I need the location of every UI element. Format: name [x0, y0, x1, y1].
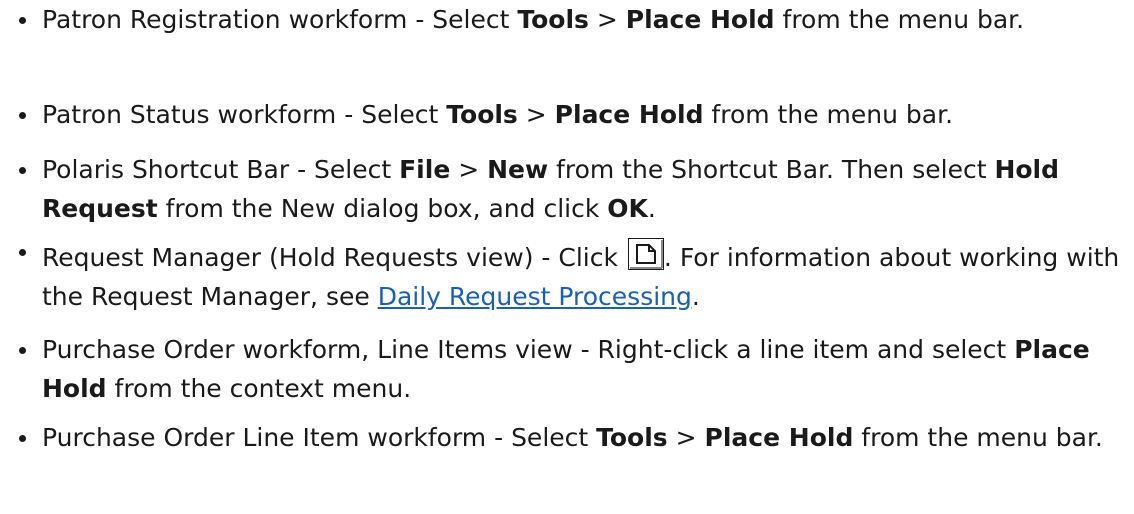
- item-bold: New: [487, 155, 549, 184]
- item-text: >: [517, 100, 555, 129]
- item-text: from the menu bar.: [774, 5, 1025, 34]
- item-text: Polaris Shortcut Bar - Select: [42, 155, 400, 184]
- item-text: from the context menu.: [106, 374, 412, 403]
- item-text: Patron Registration workform - Select: [42, 5, 518, 34]
- item-text: Purchase Order workform, Line Items view…: [42, 335, 1015, 364]
- item-bold: OK: [607, 194, 648, 223]
- item-text: Patron Status workform - Select: [42, 100, 447, 129]
- item-bold: Place Hold: [704, 423, 854, 452]
- daily-request-processing-link[interactable]: Daily Request Processing: [378, 282, 692, 311]
- list-item-shortcut-bar: Polaris Shortcut Bar - Select File > New…: [0, 150, 1128, 228]
- item-bold: Tools: [517, 5, 589, 34]
- item-text: .: [647, 194, 656, 223]
- item-text: .: [691, 282, 700, 311]
- list-item-purchase-order-line-items: Purchase Order workform, Line Items view…: [0, 330, 1128, 408]
- item-text: from the New dialog box, and click: [157, 194, 608, 223]
- document-body: Patron Registration workform - Select To…: [0, 0, 1134, 514]
- item-bold: Tools: [596, 423, 668, 452]
- item-text: from the menu bar.: [853, 423, 1103, 452]
- item-bold: Place Hold: [554, 100, 704, 129]
- item-bold: Tools: [446, 100, 518, 129]
- item-text: from the menu bar.: [703, 100, 954, 129]
- item-text: >: [588, 5, 626, 34]
- list-item-patron-status: Patron Status workform - Select Tools > …: [0, 95, 1128, 134]
- item-text: >: [450, 155, 488, 184]
- list-item-purchase-order-line-item-workform: Purchase Order Line Item workform - Sele…: [0, 418, 1128, 457]
- item-bold: Place Hold: [625, 5, 775, 34]
- item-text: Purchase Order Line Item workform - Sele…: [42, 423, 597, 452]
- new-document-icon[interactable]: [627, 238, 664, 270]
- item-text: >: [667, 423, 705, 452]
- item-text: from the Shortcut Bar. Then select: [548, 155, 995, 184]
- list-item-request-manager: Request Manager (Hold Requests view) - C…: [0, 238, 1128, 316]
- item-text: Request Manager (Hold Requests view) - C…: [42, 243, 626, 272]
- list-item-patron-registration: Patron Registration workform - Select To…: [0, 0, 1128, 39]
- item-bold: File: [399, 155, 451, 184]
